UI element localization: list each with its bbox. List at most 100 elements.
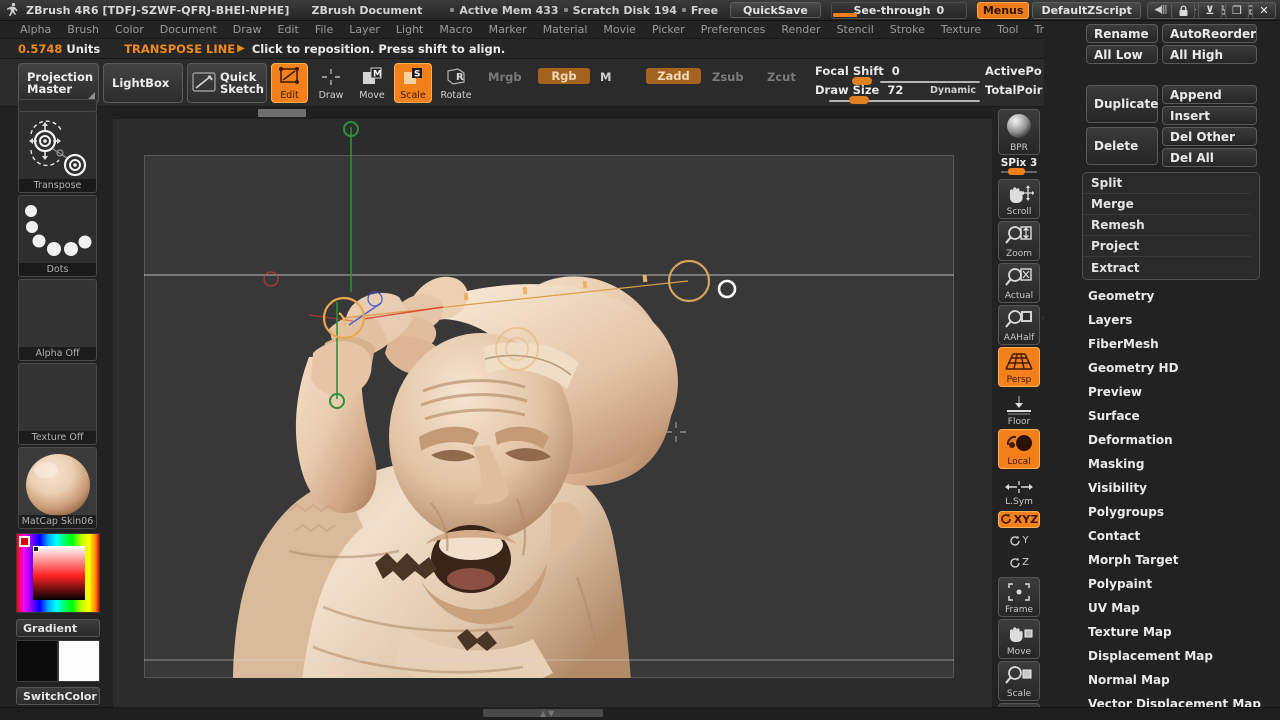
zoom-up-icon[interactable]: ▲ (540, 709, 546, 718)
subtool-op-split[interactable]: Split (1083, 173, 1251, 194)
duplicate-button[interactable]: Duplicate (1086, 85, 1158, 123)
local-symmetry-button[interactable]: L.Sym (998, 475, 1040, 509)
tool-section-geometry-hd[interactable]: Geometry HD (1088, 361, 1179, 375)
rgb-button[interactable]: Rgb (538, 68, 590, 84)
edit-mode-button[interactable]: Edit (271, 63, 308, 103)
append-button[interactable]: Append (1162, 85, 1257, 104)
tool-section-normal-map[interactable]: Normal Map (1088, 673, 1170, 687)
tool-section-geometry[interactable]: Geometry (1088, 289, 1154, 303)
menu-item-file[interactable]: File (307, 21, 341, 38)
zcut-button[interactable]: Zcut (760, 69, 803, 85)
secondary-color-swatch[interactable] (58, 640, 100, 682)
z-axis-button[interactable]: Z (998, 553, 1040, 573)
menu-item-edit[interactable]: Edit (270, 21, 307, 38)
gradient-button[interactable]: Gradient (16, 619, 100, 637)
quick-sketch-button[interactable]: Quick Sketch (187, 63, 267, 103)
subtool-op-remesh[interactable]: Remesh (1083, 215, 1251, 236)
menu-item-document[interactable]: Document (152, 21, 225, 38)
zadd-button[interactable]: Zadd (646, 68, 701, 84)
zsub-button[interactable]: Zsub (705, 69, 751, 85)
minimize-button[interactable]: ⊻ (1198, 2, 1222, 19)
tool-section-contact[interactable]: Contact (1088, 529, 1140, 543)
tool-section-preview[interactable]: Preview (1088, 385, 1142, 399)
xyz-axis-button[interactable]: XYZ (998, 511, 1040, 528)
canvas-viewport[interactable] (113, 107, 992, 707)
stroke-thumbnail[interactable]: Transpose (18, 111, 97, 193)
scale-nav-button[interactable]: Scale (998, 661, 1040, 701)
close-button[interactable]: ✕ (1252, 2, 1276, 19)
auto-reorder-button[interactable]: AutoReorder (1162, 24, 1257, 43)
floor-button[interactable]: Floor (998, 391, 1040, 429)
dynamic-label[interactable]: Dynamic (930, 85, 976, 96)
menu-item-preferences[interactable]: Preferences (693, 21, 774, 38)
menu-item-layer[interactable]: Layer (341, 21, 388, 38)
menu-item-movie[interactable]: Movie (595, 21, 644, 38)
zscript-button[interactable]: DefaultZScript (1032, 1, 1141, 19)
zoom-button[interactable]: Zoom (998, 221, 1040, 261)
menus-toggle-button[interactable]: Menus (976, 1, 1030, 19)
all-low-button[interactable]: All Low (1086, 45, 1158, 64)
y-axis-button[interactable]: Y (998, 531, 1040, 551)
menu-item-brush[interactable]: Brush (59, 21, 107, 38)
perspective-button[interactable]: Persp (998, 347, 1040, 387)
canvas-zoom-steppers[interactable]: ▲ ▼ (540, 709, 554, 718)
draw-mode-button[interactable]: Draw (312, 63, 350, 103)
tool-section-layers[interactable]: Layers (1088, 313, 1132, 327)
tool-section-polygroups[interactable]: Polygroups (1088, 505, 1164, 519)
all-high-button[interactable]: All High (1162, 45, 1257, 64)
menu-item-picker[interactable]: Picker (644, 21, 693, 38)
frame-button[interactable]: Frame (998, 577, 1040, 617)
zscript-prev-button[interactable]: ◀||| (1146, 1, 1174, 19)
stroke-dots-thumbnail[interactable]: Dots (18, 195, 97, 277)
tool-section-polypaint[interactable]: Polypaint (1088, 577, 1152, 591)
rotate-mode-button[interactable]: R Rotate (437, 63, 475, 103)
del-other-button[interactable]: Del Other (1162, 127, 1257, 146)
lock-icon[interactable] (1171, 2, 1195, 19)
m-button[interactable]: M (593, 69, 618, 85)
aahalf-button[interactable]: AAHalf (998, 305, 1040, 345)
subtool-op-extract[interactable]: Extract (1083, 257, 1251, 278)
delete-button[interactable]: Delete (1086, 127, 1158, 165)
material-thumbnail[interactable]: MatCap Skin06 (18, 447, 97, 529)
local-button[interactable]: Local (998, 429, 1040, 469)
menu-item-stroke[interactable]: Stroke (882, 21, 933, 38)
restore-button[interactable]: ❐ (1225, 2, 1249, 19)
tool-section-uv-map[interactable]: UV Map (1088, 601, 1140, 615)
zoom-down-icon[interactable]: ▼ (548, 709, 554, 718)
see-through-slider[interactable]: See-through 0 (830, 1, 967, 19)
projection-master-button[interactable]: Projection Master (18, 63, 99, 103)
move-nav-button[interactable]: Move (998, 619, 1040, 659)
scroll-button[interactable]: Scroll (998, 179, 1040, 219)
menu-item-texture[interactable]: Texture (933, 21, 989, 38)
actual-size-button[interactable]: Actual (998, 263, 1040, 303)
tool-section-deformation[interactable]: Deformation (1088, 433, 1173, 447)
scale-mode-button[interactable]: S Scale (394, 63, 432, 103)
menu-item-macro[interactable]: Macro (431, 21, 480, 38)
menu-item-stencil[interactable]: Stencil (829, 21, 882, 38)
menu-item-tool[interactable]: Tool (989, 21, 1026, 38)
quicksave-button[interactable]: QuickSave (730, 2, 821, 18)
bpr-render-button[interactable]: BPR (998, 109, 1040, 155)
menu-item-marker[interactable]: Marker (481, 21, 535, 38)
switch-color-button[interactable]: SwitchColor (16, 687, 100, 705)
rename-button[interactable]: Rename (1086, 24, 1158, 43)
primary-color-swatch[interactable] (16, 640, 58, 682)
tool-section-morph-target[interactable]: Morph Target (1088, 553, 1179, 567)
del-all-button[interactable]: Del All (1162, 148, 1257, 167)
menu-item-material[interactable]: Material (535, 21, 596, 38)
tool-section-visibility[interactable]: Visibility (1088, 481, 1147, 495)
menu-item-draw[interactable]: Draw (225, 21, 270, 38)
alpha-thumbnail[interactable]: Alpha Off (18, 279, 97, 361)
draw-size-knob[interactable] (849, 96, 869, 104)
spix-knob[interactable] (1008, 168, 1025, 175)
tool-section-displacement-map[interactable]: Displacement Map (1088, 649, 1213, 663)
tool-section-fibermesh[interactable]: FiberMesh (1088, 337, 1159, 351)
color-picker[interactable] (16, 533, 101, 614)
tool-section-masking[interactable]: Masking (1088, 457, 1144, 471)
move-mode-button[interactable]: M Move (353, 63, 391, 103)
menu-item-alpha[interactable]: Alpha (12, 21, 59, 38)
subtool-op-merge[interactable]: Merge (1083, 194, 1251, 215)
insert-button[interactable]: Insert (1162, 106, 1257, 125)
tool-section-texture-map[interactable]: Texture Map (1088, 625, 1172, 639)
menu-item-render[interactable]: Render (773, 21, 828, 38)
